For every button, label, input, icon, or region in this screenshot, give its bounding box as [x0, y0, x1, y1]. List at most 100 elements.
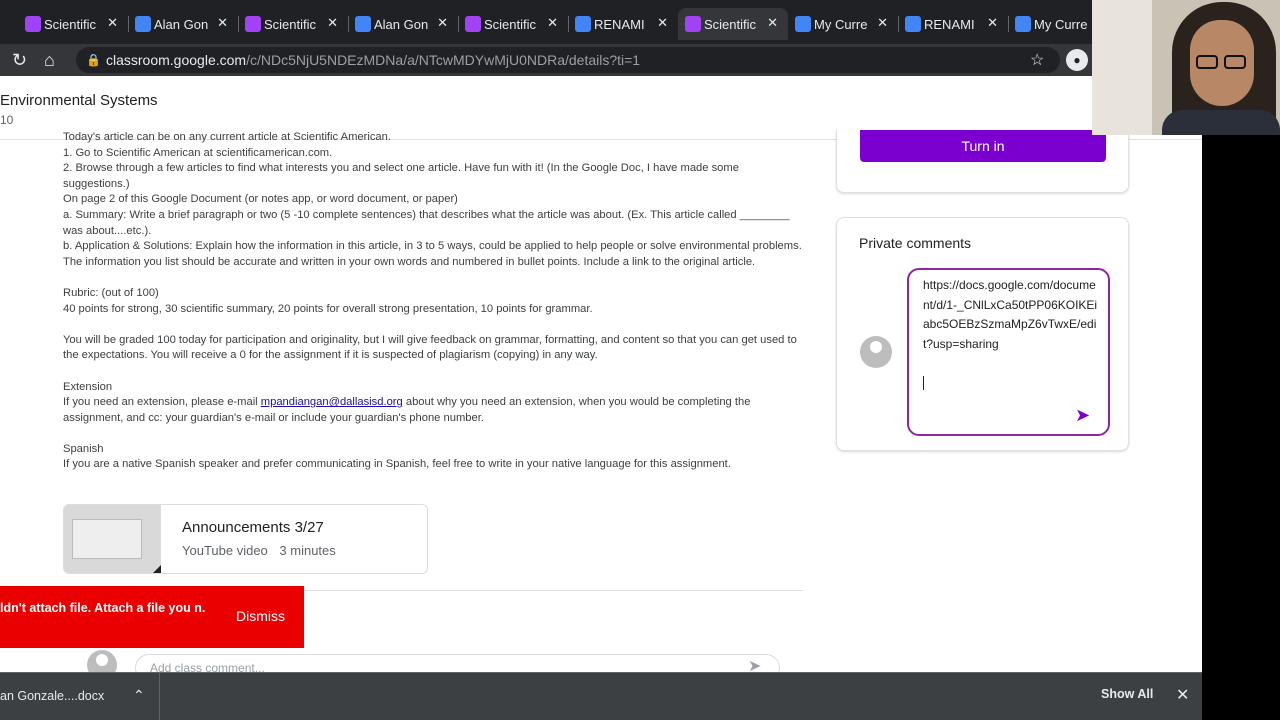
thumbnail-image — [72, 519, 142, 559]
browser-tab[interactable]: RENAMI ✕ — [898, 8, 1008, 40]
chevron-up-icon[interactable]: ⌃ — [133, 687, 145, 704]
tab-separator — [238, 16, 239, 32]
extension-text-before: If you need an extension, please e-mail — [63, 396, 261, 409]
attachment-meta: YouTube video 3 minutes — [182, 543, 344, 558]
downloads-bar: an Gonzale....docx ⌃ Show All ✕ — [0, 672, 1202, 720]
lock-icon: 🔒 — [86, 53, 101, 67]
classroom-favicon-icon — [245, 16, 261, 32]
tab-separator — [1008, 16, 1009, 32]
show-all-button[interactable]: Show All — [1101, 687, 1153, 701]
instruction-line: a. Summary: Write a brief paragraph or t… — [63, 208, 793, 237]
tab-label: Alan Gon — [374, 16, 429, 32]
tab-separator — [898, 16, 899, 32]
close-tab-icon[interactable]: ✕ — [877, 15, 888, 31]
dismiss-button[interactable]: Dismiss — [236, 608, 285, 624]
webcam-overlay — [1092, 0, 1280, 135]
close-tab-icon[interactable]: ✕ — [437, 15, 448, 31]
tab-strip: Scientific ✕ Alan Gon ✕ Scientific ✕ Alan Gon ✕… — [0, 0, 1202, 44]
error-toast: ldn't attach file. Attach a file you n. … — [0, 586, 304, 648]
private-comments-title: Private comments — [859, 235, 972, 251]
classroom-favicon-icon — [25, 16, 41, 32]
tab-separator — [568, 16, 569, 32]
browser-window: Scientific ✕ Alan Gon ✕ Scientific ✕ Alan Gon ✕… — [0, 0, 1202, 720]
browser-tab[interactable]: RENAMI ✕ — [568, 8, 678, 40]
your-work-card: Turn in — [836, 130, 1129, 193]
close-icon[interactable]: ✕ — [1176, 685, 1189, 705]
tab-separator — [458, 16, 459, 32]
grading-text: You will be graded 100 today for partici… — [63, 333, 800, 362]
turn-in-button[interactable]: Turn in — [860, 130, 1106, 162]
toast-message: ldn't attach file. Attach a file you n. — [0, 601, 206, 615]
video-attachment-card[interactable]: Announcements 3/27 YouTube video 3 minut… — [63, 504, 428, 574]
docs-favicon-icon — [135, 16, 151, 32]
close-tab-icon[interactable]: ✕ — [987, 15, 998, 31]
attachment-duration: 3 minutes — [279, 543, 336, 558]
class-title[interactable]: Environmental Systems — [0, 92, 158, 109]
close-tab-icon[interactable]: ✕ — [217, 15, 228, 31]
rubric-heading: Rubric: (out of 100) — [63, 286, 159, 299]
tab-label: My Curre — [814, 16, 868, 32]
browser-tab[interactable]: My Curre ✕ — [788, 8, 898, 40]
home-icon[interactable]: ⌂ — [44, 50, 55, 71]
close-tab-icon[interactable]: ✕ — [107, 15, 118, 31]
private-comment-text: https://docs.google.com/document/d/1-_CN… — [923, 278, 1098, 351]
classroom-favicon-icon — [465, 16, 481, 32]
instruction-line: b. Application & Solutions: Explain how … — [63, 240, 805, 268]
tab-label: Scientific — [264, 16, 317, 32]
browser-tab[interactable]: Alan Gon ✕ — [348, 8, 458, 40]
tab-label: Alan Gon — [154, 16, 209, 32]
tab-label: My Curre — [1034, 16, 1088, 32]
tab-label: RENAMI — [924, 16, 975, 32]
tab-separator — [348, 16, 349, 32]
tab-label: RENAMI — [594, 16, 645, 32]
download-file-name: an Gonzale....docx — [0, 689, 105, 703]
class-comment-row: Add class comment... ➤ — [63, 646, 803, 682]
close-tab-icon[interactable]: ✕ — [657, 15, 668, 31]
spanish-text: If you are a native Spanish speaker and … — [63, 458, 731, 471]
docs-favicon-icon — [1015, 16, 1031, 32]
incognito-icon[interactable]: ● — [1066, 49, 1088, 71]
url-host: classroom.google.com — [106, 52, 247, 68]
url-input[interactable]: 🔒 classroom.google.com/c/NDc5NjU5NDEzMDN… — [76, 47, 1060, 73]
video-thumbnail — [64, 505, 161, 573]
avatar — [860, 336, 892, 368]
instruction-line: On page 2 of this Google Document (or no… — [63, 193, 458, 206]
instruction-line: Today's article can be on any current ar… — [63, 131, 391, 143]
docs-favicon-icon — [355, 16, 371, 32]
browser-tab[interactable]: Scientific ✕ — [18, 8, 128, 40]
extension-text: If you need an extension, please e-mail … — [63, 395, 803, 426]
browser-tab[interactable]: Scientific ✕ — [238, 8, 348, 40]
extension-heading: Extension — [63, 380, 113, 393]
docs-favicon-icon — [575, 16, 591, 32]
tab-label: Scientific — [484, 16, 537, 32]
assignment-instructions: Today's article can be on any current ar… — [63, 130, 803, 473]
private-comments-card: Private comments https://docs.google.com… — [836, 217, 1129, 451]
browser-tab[interactable]: Scientific ✕ — [458, 8, 568, 40]
text-caret — [923, 376, 924, 390]
instruction-line: 1. Go to Scientific American at scientif… — [63, 146, 333, 159]
tab-separator — [128, 16, 129, 32]
private-comment-input[interactable]: https://docs.google.com/document/d/1-_CN… — [907, 268, 1110, 436]
address-bar: ↻ ⌂ 🔒 classroom.google.com/c/NDc5NjU5NDE… — [0, 44, 1202, 76]
browser-tab[interactable]: Scientific ✕ — [678, 8, 788, 40]
teacher-email-link[interactable]: mpandiangan@dallasisd.org — [261, 396, 403, 408]
classroom-favicon-icon — [685, 16, 701, 32]
browser-tab[interactable]: Alan Gon ✕ — [128, 8, 238, 40]
close-tab-icon[interactable]: ✕ — [327, 15, 338, 31]
reload-icon[interactable]: ↻ — [12, 50, 27, 71]
tab-label: Scientific — [704, 16, 757, 32]
docs-favicon-icon — [905, 16, 921, 32]
instruction-line: 2. Browse through a few articles to find… — [63, 162, 743, 190]
close-tab-icon[interactable]: ✕ — [767, 15, 778, 31]
rubric-text: 40 points for strong, 30 scientific summ… — [63, 302, 593, 315]
bookmark-star-icon[interactable]: ☆ — [1030, 50, 1044, 70]
download-item[interactable]: an Gonzale....docx ⌃ — [0, 673, 160, 720]
attachment-title: Announcements 3/27 — [182, 519, 324, 536]
send-icon[interactable]: ➤ — [1075, 405, 1090, 426]
tab-label: Scientific — [44, 16, 97, 32]
thumbnail-corner-icon — [152, 565, 161, 573]
attachment-kind: YouTube video — [182, 543, 268, 558]
url-path: /c/NDc5NjU5NDEzMDNa/a/NTcwMDYwMjU0NDRa/d… — [246, 52, 641, 68]
spanish-heading: Spanish — [63, 442, 104, 455]
close-tab-icon[interactable]: ✕ — [547, 15, 558, 31]
